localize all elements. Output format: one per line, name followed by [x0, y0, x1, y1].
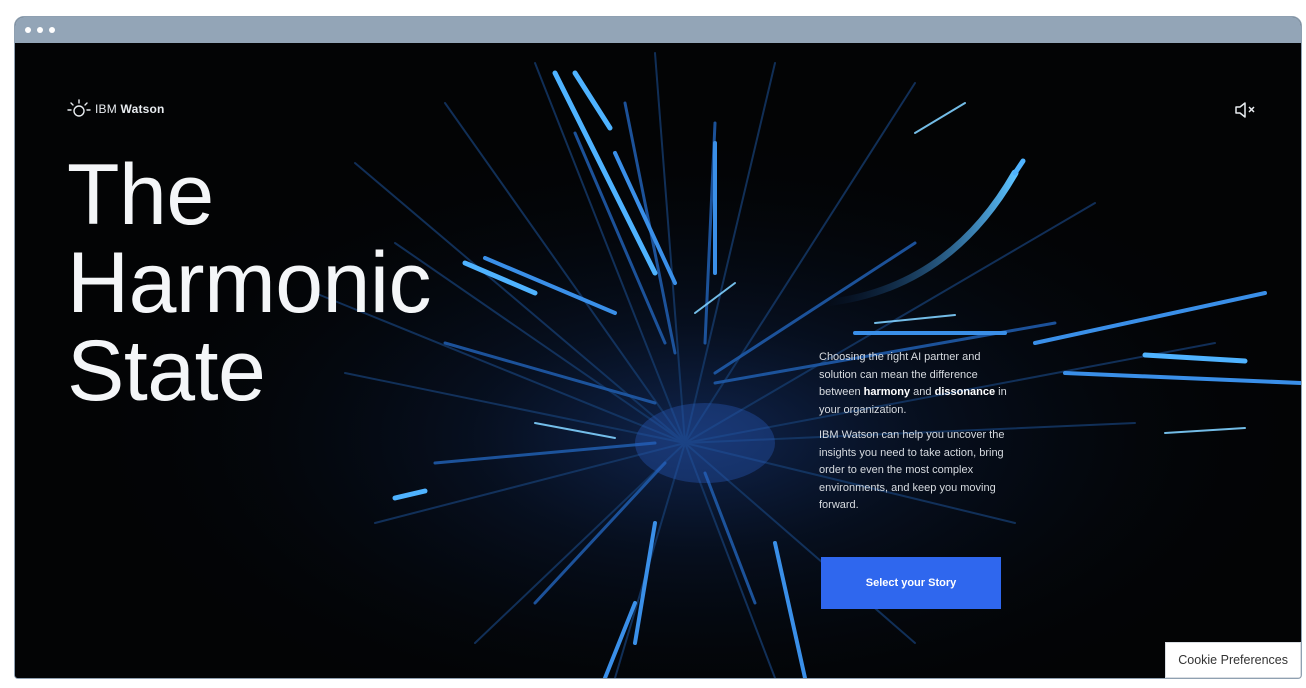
- headline-line: Harmonic: [67, 235, 431, 331]
- watson-avatar-icon: [67, 99, 91, 117]
- hero-description: Choosing the right AI partner and soluti…: [819, 349, 1019, 523]
- window-control-dot[interactable]: [25, 27, 31, 33]
- description-paragraph: Choosing the right AI partner and soluti…: [819, 351, 1007, 416]
- browser-window: IBM Watson The Harmonic State Choosing t…: [14, 16, 1302, 679]
- headline-line: State: [67, 323, 266, 419]
- headline-line: The: [67, 147, 214, 243]
- ibm-watson-logo[interactable]: IBM Watson: [67, 99, 165, 119]
- speaker-muted-icon: [1235, 102, 1255, 118]
- cookie-preferences-button[interactable]: Cookie Preferences: [1165, 642, 1301, 678]
- window-control-dot[interactable]: [37, 27, 43, 33]
- window-control-dot[interactable]: [49, 27, 55, 33]
- mute-button[interactable]: [1233, 99, 1257, 121]
- select-your-story-button[interactable]: Select your Story: [821, 557, 1001, 609]
- window-titlebar: [15, 17, 1301, 43]
- hero-headline: The Harmonic State: [67, 151, 431, 415]
- brand-name: IBM Watson: [95, 102, 165, 116]
- description-paragraph: IBM Watson can help you uncover the insi…: [819, 429, 1005, 511]
- page-viewport: IBM Watson The Harmonic State Choosing t…: [15, 43, 1301, 678]
